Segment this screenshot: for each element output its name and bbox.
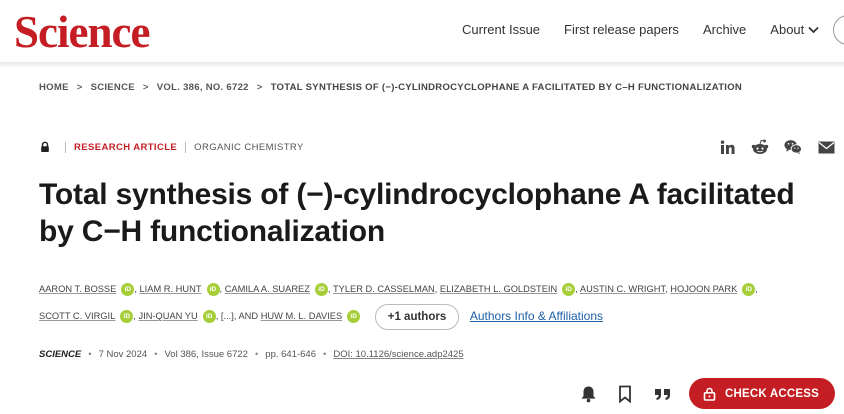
article-actions: CHECK ACCESS	[578, 378, 835, 409]
lock-icon	[703, 387, 716, 401]
search-button[interactable]	[833, 15, 844, 45]
author-link[interactable]: HOJOON PARK	[670, 284, 737, 294]
author-link[interactable]: TYLER D. CASSELMAN	[333, 284, 435, 294]
authors-info-link[interactable]: Authors Info & Affiliations	[470, 309, 603, 323]
publication-date: 7 Nov 2024	[98, 349, 148, 360]
reddit-icon[interactable]	[751, 138, 769, 156]
quote-icon[interactable]	[652, 384, 672, 404]
article-type-label[interactable]: RESEARCH ARTICLE	[74, 142, 177, 153]
orcid-icon[interactable]: iD	[202, 310, 216, 324]
publication-meta: SCIENCE • 7 Nov 2024 • Vol 386, Issue 67…	[39, 349, 464, 360]
breadcrumb-current: TOTAL SYNTHESIS OF (−)-CYLINDROCYCLOPHAN…	[270, 82, 743, 93]
nav-about[interactable]: About	[770, 22, 819, 37]
chevron-right-icon: >	[256, 82, 263, 93]
orcid-icon[interactable]: iD	[562, 283, 576, 297]
bookmark-icon[interactable]	[615, 384, 635, 404]
author-link[interactable]: SCOTT C. VIRGIL	[39, 311, 115, 321]
journal-name[interactable]: SCIENCE	[39, 349, 81, 360]
header-divider	[0, 62, 844, 68]
author-ellipsis: [...], AND	[220, 311, 259, 321]
share-icons	[718, 138, 844, 156]
breadcrumb-science[interactable]: SCIENCE	[91, 82, 135, 93]
email-icon[interactable]	[817, 138, 835, 156]
subject-label[interactable]: ORGANIC CHEMISTRY	[194, 142, 304, 153]
wechat-icon[interactable]	[784, 138, 802, 156]
article-title-line-2: by C−H functionalization	[39, 215, 386, 248]
chevron-right-icon: >	[142, 82, 149, 93]
science-logo[interactable]: Science	[14, 6, 150, 58]
divider	[65, 141, 66, 153]
breadcrumb-volume[interactable]: VOL. 386, NO. 6722	[157, 82, 249, 93]
author-link[interactable]: JIN-QUAN YU	[138, 311, 197, 321]
breadcrumb-home[interactable]: HOME	[39, 82, 69, 93]
author-link[interactable]: CAMILA A. SUAREZ	[225, 284, 310, 294]
breadcrumb: HOME > SCIENCE > VOL. 386, NO. 6722 > TO…	[39, 82, 742, 93]
orcid-icon[interactable]: iD	[120, 310, 134, 324]
linkedin-icon[interactable]	[718, 138, 736, 156]
author-list: AARON T. BOSSE iD, LIAM R. HUNT iD, CAMILA…	[39, 276, 829, 330]
more-authors-button[interactable]: +1 authors	[374, 303, 460, 330]
nav-current-issue[interactable]: Current Issue	[462, 22, 540, 37]
nav-first-release-papers[interactable]: First release papers	[564, 22, 679, 37]
author-link[interactable]: AARON T. BOSSE	[39, 284, 116, 294]
page-range: pp. 641-646	[265, 349, 316, 360]
nav-archive[interactable]: Archive	[703, 22, 746, 37]
orcid-icon[interactable]: iD	[347, 310, 361, 324]
volume-issue[interactable]: Vol 386, Issue 6722	[164, 349, 247, 360]
article-title-line-1: Total synthesis of (−)-cylindrocyclophan…	[39, 178, 795, 211]
orcid-icon[interactable]: iD	[742, 283, 756, 297]
bell-icon[interactable]	[578, 384, 598, 404]
chevron-right-icon: >	[76, 82, 83, 93]
article-type-row: RESEARCH ARTICLE ORGANIC CHEMISTRY	[39, 141, 304, 153]
orcid-icon[interactable]: iD	[206, 283, 220, 297]
author-link[interactable]: HUW M. L. DAVIES	[261, 311, 342, 321]
site-header: Science Current Issue First release pape…	[0, 0, 844, 62]
chevron-down-icon	[808, 26, 819, 33]
top-nav: Current Issue First release papers Archi…	[462, 22, 843, 37]
check-access-button[interactable]: CHECK ACCESS	[689, 378, 835, 409]
divider	[185, 141, 187, 153]
author-link[interactable]: AUSTIN C. WRIGHT	[580, 284, 665, 294]
orcid-icon[interactable]: iD	[121, 283, 135, 297]
orcid-icon[interactable]: iD	[314, 283, 328, 297]
nav-about-label: About	[770, 22, 805, 37]
author-link[interactable]: LIAM R. HUNT	[140, 284, 202, 294]
article-title: Total synthesis of (−)-cylindrocyclophan…	[39, 176, 829, 250]
doi-link[interactable]: DOI: 10.1126/science.adp2425	[333, 349, 463, 360]
author-link[interactable]: ELIZABETH L. GOLDSTEIN	[440, 284, 557, 294]
lock-icon	[41, 141, 49, 152]
check-access-label: CHECK ACCESS	[725, 387, 819, 400]
